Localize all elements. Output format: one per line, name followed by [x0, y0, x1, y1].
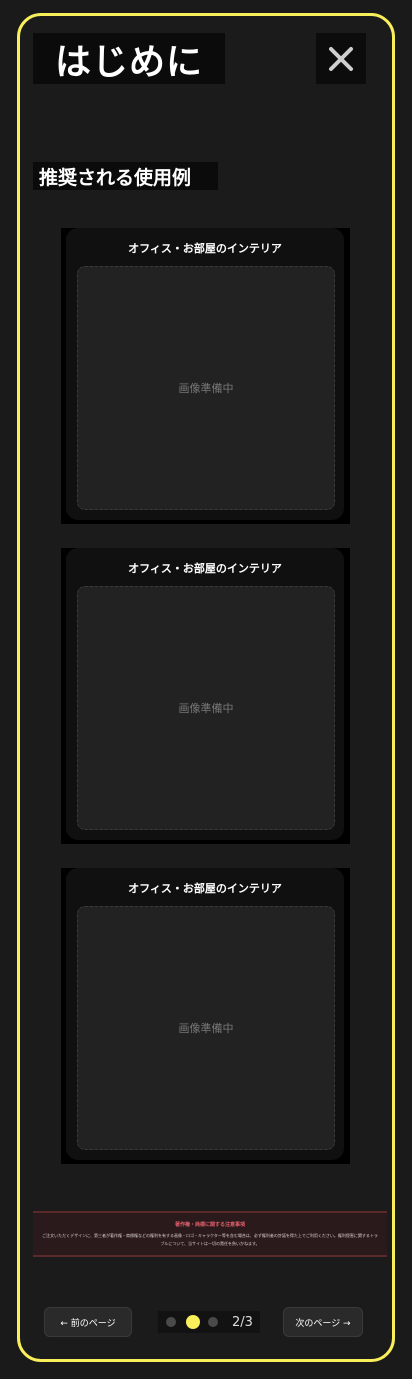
- prev-page-button[interactable]: ← 前のページ: [44, 1307, 132, 1337]
- example-card-wrapper: オフィス・お部屋のインテリア 画像準備中: [61, 548, 350, 844]
- card-title: オフィス・お部屋のインテリア: [128, 242, 282, 255]
- notice-title: 著作権・商標に関する注意事項: [174, 1222, 245, 1228]
- example-card: オフィス・お部屋のインテリア 画像準備中: [66, 548, 344, 840]
- page-indicator: 2/3: [158, 1311, 260, 1333]
- page-title: はじめに: [33, 33, 225, 84]
- image-placeholder: 画像準備中: [77, 266, 335, 510]
- page-dot-3[interactable]: [208, 1317, 218, 1327]
- close-button[interactable]: [316, 33, 366, 84]
- example-card: オフィス・お部屋のインテリア 画像準備中: [66, 868, 344, 1160]
- close-icon: [329, 46, 353, 71]
- card-title: オフィス・お部屋のインテリア: [128, 882, 282, 895]
- page-count: 2/3: [232, 1314, 253, 1330]
- page-dot-1[interactable]: [166, 1317, 176, 1327]
- image-placeholder: 画像準備中: [77, 586, 335, 830]
- copyright-notice: 著作権・商標に関する注意事項 ご注文いただくデザインに、第三者が著作権・商標権な…: [33, 1211, 387, 1257]
- page-dot-2-active[interactable]: [186, 1315, 200, 1329]
- example-card: オフィス・お部屋のインテリア 画像準備中: [66, 228, 344, 520]
- section-heading: 推奨される使用例: [33, 162, 218, 190]
- example-card-wrapper: オフィス・お部屋のインテリア 画像準備中: [61, 228, 350, 524]
- example-card-wrapper: オフィス・お部屋のインテリア 画像準備中: [61, 868, 350, 1164]
- notice-body: ご注文いただくデザインに、第三者が著作権・商標権などの権利を有する画像・ロゴ・キ…: [42, 1233, 378, 1246]
- next-page-button[interactable]: 次のページ →: [283, 1307, 363, 1337]
- card-title: オフィス・お部屋のインテリア: [128, 562, 282, 575]
- image-placeholder: 画像準備中: [77, 906, 335, 1150]
